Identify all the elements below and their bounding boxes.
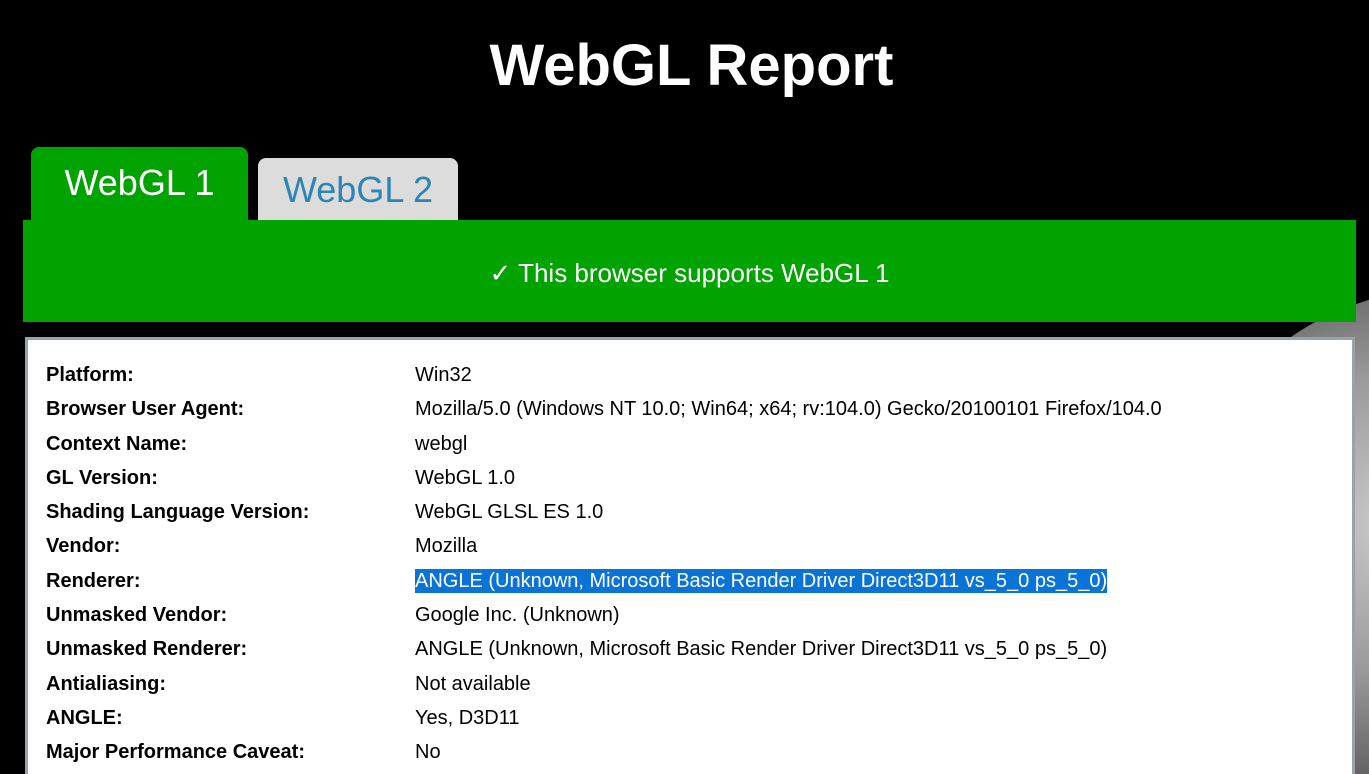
row-label: Antialiasing: xyxy=(46,672,167,695)
row-value: Yes, D3D11 xyxy=(415,706,520,729)
row-label: Context Name: xyxy=(46,432,188,455)
report-row-renderer: Renderer: ANGLE (Unknown, Microsoft Basi… xyxy=(46,562,1336,596)
row-value: webgl xyxy=(415,432,468,455)
tab-webgl-2[interactable]: WebGL 2 xyxy=(258,158,458,222)
report-table: Platform: Win32 Browser User Agent: Mozi… xyxy=(46,356,1336,768)
webgl-report-page: WebGL Report WebGL 1 WebGL 2 ✓ This brow… xyxy=(0,0,1369,774)
row-value: Google Inc. (Unknown) xyxy=(415,604,620,627)
row-value: WebGL GLSL ES 1.0 xyxy=(415,501,604,524)
row-value: No xyxy=(415,741,441,764)
row-value-selected-text[interactable]: ANGLE (Unknown, Microsoft Basic Render D… xyxy=(415,568,1108,593)
row-label: Shading Language Version: xyxy=(46,501,310,524)
report-row-unmasked-renderer: Unmasked Renderer: ANGLE (Unknown, Micro… xyxy=(46,630,1336,664)
report-row-antialiasing: Antialiasing: Not available xyxy=(46,665,1336,699)
report-row-browser-user-agent: Browser User Agent: Mozilla/5.0 (Windows… xyxy=(46,390,1336,424)
row-label: Browser User Agent: xyxy=(46,398,245,421)
report-row-major-performance-caveat: Major Performance Caveat: No xyxy=(46,733,1336,767)
report-row-angle: ANGLE: Yes, D3D11 xyxy=(46,699,1336,733)
row-value: WebGL 1.0 xyxy=(415,466,516,489)
row-value: Mozilla/5.0 (Windows NT 10.0; Win64; x64… xyxy=(415,398,1162,421)
row-label: Unmasked Vendor: xyxy=(46,604,228,627)
row-label: Vendor: xyxy=(46,535,121,558)
report-row-vendor: Vendor: Mozilla xyxy=(46,527,1336,561)
report-row-unmasked-vendor: Unmasked Vendor: Google Inc. (Unknown) xyxy=(46,596,1336,630)
row-label: GL Version: xyxy=(46,466,158,489)
row-label: Major Performance Caveat: xyxy=(46,741,305,764)
row-value: Mozilla xyxy=(415,535,478,558)
row-label: ANGLE: xyxy=(46,706,123,729)
row-label: Platform: xyxy=(46,364,134,386)
row-label: Renderer: xyxy=(46,569,141,592)
tab-webgl-1[interactable]: WebGL 1 xyxy=(31,147,248,223)
report-row-context-name: Context Name: webgl xyxy=(46,425,1336,459)
report-row-platform: Platform: Win32 xyxy=(46,356,1336,390)
row-value: Not available xyxy=(415,672,531,695)
row-value: ANGLE (Unknown, Microsoft Basic Render D… xyxy=(415,638,1108,661)
support-status-banner: ✓ This browser supports WebGL 1 xyxy=(23,220,1356,322)
page-title: WebGL Report xyxy=(489,33,894,98)
report-row-gl-version: GL Version: WebGL 1.0 xyxy=(46,459,1336,493)
row-value: Win32 xyxy=(415,364,472,386)
row-label: Unmasked Renderer: xyxy=(46,638,248,661)
report-row-shading-language-version: Shading Language Version: WebGL GLSL ES … xyxy=(46,493,1336,527)
